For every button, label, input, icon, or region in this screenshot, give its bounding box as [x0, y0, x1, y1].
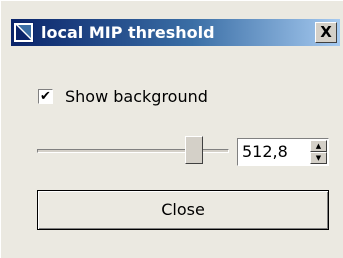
dialog-window: local MIP threshold X ✔ Show background … — [0, 0, 343, 258]
spin-up-icon[interactable]: ▲ — [310, 140, 327, 152]
spin-down-icon[interactable]: ▼ — [310, 152, 327, 164]
app-icon — [13, 22, 34, 43]
threshold-value-field[interactable]: 512,8 — [242, 142, 288, 162]
close-icon[interactable]: X — [315, 22, 337, 43]
threshold-spinbox[interactable]: 512,8 ▲ ▼ — [237, 138, 329, 166]
threshold-slider-thumb[interactable] — [185, 136, 204, 164]
show-background-checkbox[interactable]: ✔ — [38, 89, 53, 104]
show-background-label[interactable]: Show background — [65, 87, 208, 107]
window-title: local MIP threshold — [41, 23, 215, 42]
title-bar[interactable]: local MIP threshold X — [11, 19, 340, 46]
close-button[interactable]: Close — [37, 190, 329, 230]
